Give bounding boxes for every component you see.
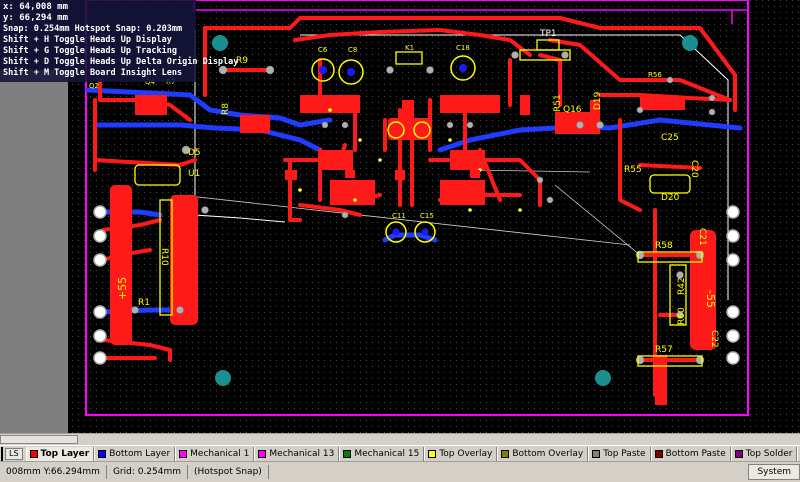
hud-x-coordinate: x: 64,008 mm [3,2,69,12]
label-d20: D20 [661,193,680,203]
label-r51: R51 [553,94,563,112]
status-grid: Grid: 0.254mm [107,465,189,479]
label-r58: R58 [655,241,673,251]
current-layer-swatch[interactable] [1,447,3,461]
hud-shortcut: Shift + D Toggle Heads Up Delta Origin D… [3,57,239,67]
layer-tab-label: Top Paste [603,449,646,459]
layer-tab[interactable]: Top Overlay [424,447,498,461]
layer-tab-label: Bottom Layer [109,449,171,459]
layer-tab-label: Mechanical 15 [354,449,420,459]
layer-tab-label: Bottom Paste [665,449,726,459]
hud-shortcut: Shift + H Toggle Heads Up Display [3,35,172,45]
label-u1: U1 [188,169,200,179]
layer-color-swatch [428,450,437,458]
layer-color-swatch [343,450,352,458]
layer-tab[interactable]: Mechanical 13 [254,447,340,461]
layer-color-swatch [98,450,107,458]
label-d19: D19 [593,91,603,110]
hud-shortcut: Shift + M Toggle Board Insight Lens [3,68,183,78]
label-r60: R60 [677,307,687,325]
hud-shortcut: Shift + G Toggle Heads Up Tracking [3,46,177,56]
layer-tab-bar: LS Top Layer Bottom Layer Mechanical 1 Mech… [0,445,800,462]
layer-tab[interactable]: Mechanical 15 [339,447,425,461]
layer-tab[interactable]: Top Solder [730,447,798,461]
layer-tab-label: Bottom Overlay [512,449,584,459]
layer-tab-label: Top Layer [40,449,90,459]
label-r57: R57 [655,345,673,355]
label-r10: R10 [159,248,169,266]
layer-tab[interactable]: Top Layer [25,447,95,461]
status-snap: (Hotspot Snap) [188,465,269,479]
label-r55: R55 [624,165,642,175]
label-c21: C21 [697,228,707,246]
label-r8: R8 [221,103,231,115]
layer-color-swatch [592,450,601,458]
status-coordinates: 008mm Y:66.294mm [0,465,107,479]
layer-color-swatch [179,450,188,458]
label-k1: K1 [405,44,414,52]
layer-tab-label: Mechanical 13 [269,449,335,459]
scrollbar-thumb[interactable] [0,435,78,444]
label-c18: C18 [456,44,470,52]
workspace-margin [0,70,68,433]
label-d5: D5 [188,148,201,158]
label-c8: C8 [348,46,357,54]
label-c25: C25 [661,133,679,143]
layer-tab-label: Top Solder [745,449,793,459]
label-q16: Q16 [563,105,582,115]
label-r1: R1 [138,298,150,308]
layer-color-swatch [654,450,663,458]
status-bar: 008mm Y:66.294mm Grid: 0.254mm (Hotspot … [0,461,800,482]
layer-set-button[interactable]: LS [5,448,23,460]
hud-y-coordinate: y: 66,294 mm [3,13,69,23]
label-c6: C6 [318,46,328,54]
layer-tab[interactable]: Mechanical 1 [175,447,255,461]
system-panel-button[interactable]: System [748,464,800,480]
layer-color-swatch [258,450,267,458]
heads-up-display: x: 64,008 mm y: 66,294 mm Snap: 0.254mm … [0,0,239,82]
label-plus55: +55 [116,277,129,300]
layer-tab[interactable]: Top Paste [588,447,651,461]
layer-tab[interactable]: Bottom Overlay [497,447,589,461]
label-c11: C11 [392,212,406,220]
layer-tab[interactable]: Bottom Layer [94,447,176,461]
label-r56: R56 [648,71,662,79]
label-q2: Q2 [89,82,99,90]
layer-tab-label: Mechanical 1 [190,449,250,459]
layer-tab-label: Top Overlay [439,449,493,459]
layer-color-swatch [734,450,743,458]
layer-color-swatch [29,450,38,458]
layer-color-swatch [501,450,510,458]
pcb-canvas[interactable]: R9 TP1 R56 C25 R55 D20 R58 R57 R42 R60 -… [0,0,800,433]
label-minus55: -55 [704,290,717,308]
hud-snap-info: Snap: 0.254mm Hotspot Snap: 0.203mm [3,24,183,34]
label-c20: C20 [689,160,699,178]
label-c22: C22 [709,330,719,348]
label-r42: R42 [677,277,687,295]
label-tp1: TP1 [539,29,557,39]
layer-tab[interactable]: Bottom Paste [650,447,731,461]
label-c15: C15 [420,212,434,220]
